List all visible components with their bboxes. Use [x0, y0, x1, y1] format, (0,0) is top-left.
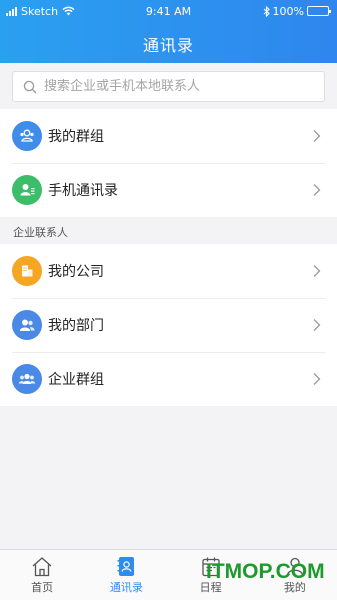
signal-icon — [6, 6, 17, 16]
wifi-icon — [62, 6, 75, 16]
tab-home[interactable]: 首页 — [0, 550, 84, 600]
tab-label: 首页 — [31, 581, 54, 594]
department-icon — [12, 310, 42, 340]
search-input[interactable] — [44, 79, 324, 94]
app-header: Sketch 9:41 AM 100% 通讯录 — [0, 0, 337, 63]
group-icon — [12, 121, 42, 151]
battery-icon — [307, 6, 331, 16]
chevron-right-icon — [313, 373, 321, 386]
list-item-enterprise-groups[interactable]: 企业群组 — [0, 352, 337, 406]
status-right: 100% — [263, 4, 331, 18]
building-icon — [12, 256, 42, 286]
home-icon — [32, 557, 52, 577]
watermark: ITMOP.COM — [206, 560, 325, 583]
contacts-icon — [12, 175, 42, 205]
enterprise-group-icon — [12, 364, 42, 394]
list-item-my-company[interactable]: 我的公司 — [0, 244, 337, 298]
chevron-right-icon — [313, 184, 321, 197]
enterprise-list: 我的公司 我的部门 企业群组 — [0, 244, 337, 406]
chevron-right-icon — [313, 265, 321, 278]
search-area — [0, 63, 337, 109]
search-box[interactable] — [12, 71, 325, 102]
personal-list: 我的群组 手机通讯录 — [0, 109, 337, 217]
list-item-my-groups[interactable]: 我的群组 — [0, 109, 337, 163]
bluetooth-icon — [263, 5, 270, 17]
carrier-label: Sketch — [21, 4, 59, 18]
contacts-book-icon — [117, 557, 135, 576]
status-bar: Sketch 9:41 AM 100% — [0, 0, 337, 22]
row-label: 我的公司 — [48, 264, 104, 280]
search-icon — [23, 80, 37, 93]
tab-contacts[interactable]: 通讯录 — [84, 550, 168, 600]
status-left: Sketch — [6, 5, 75, 18]
chevron-right-icon — [313, 130, 321, 143]
page-title: 通讯录 — [142, 36, 194, 55]
row-label: 我的部门 — [48, 318, 104, 334]
section-title: 企业联系人 — [13, 226, 68, 239]
row-label: 企业群组 — [48, 372, 104, 388]
row-label: 我的群组 — [48, 129, 104, 145]
tab-label: 通讯录 — [109, 581, 143, 594]
list-item-phone-contacts[interactable]: 手机通讯录 — [0, 163, 337, 217]
row-label: 手机通讯录 — [48, 183, 118, 199]
battery-percent: 100% — [272, 4, 304, 18]
chevron-right-icon — [313, 319, 321, 332]
list-item-my-department[interactable]: 我的部门 — [0, 298, 337, 352]
